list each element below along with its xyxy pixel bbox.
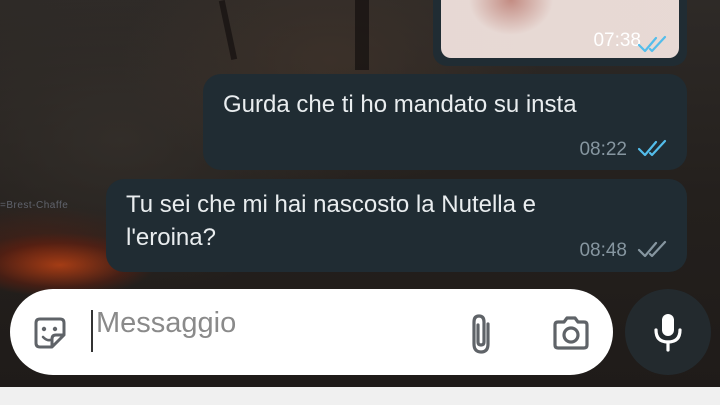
camera-icon[interactable] — [551, 315, 591, 351]
wallpaper-watermark: =Brest-Chaffe — [0, 200, 69, 211]
message-time: 07:38 — [593, 30, 641, 51]
double-check-icon — [637, 35, 667, 53]
double-check-icon — [637, 139, 667, 157]
message-bubble[interactable]: Gurda che ti ho mandato su insta 08:22 — [203, 74, 687, 170]
message-bubble[interactable]: Tu sei che mi hai nascosto la Nutella e … — [106, 179, 687, 272]
message-time: 08:22 — [579, 139, 627, 160]
voice-message-button[interactable] — [625, 289, 711, 375]
message-text: Gurda che ti ho mandato su insta — [223, 91, 577, 118]
message-line: Tu sei che mi hai nascosto la Nutella e — [126, 191, 536, 218]
wallpaper-detail — [218, 0, 238, 60]
message-input[interactable]: Messaggio — [96, 307, 236, 340]
message-text: Tu sei che mi hai nascosto la Nutella e … — [126, 188, 536, 254]
wallpaper-detail — [355, 0, 369, 70]
sticker-icon[interactable] — [30, 313, 70, 353]
system-navigation-bar — [0, 387, 720, 405]
paperclip-icon[interactable] — [466, 312, 496, 356]
image-message-bubble[interactable]: 07:38 — [433, 0, 687, 66]
double-check-icon — [637, 240, 667, 258]
text-cursor — [91, 310, 93, 352]
message-time: 08:48 — [579, 240, 627, 261]
message-line: l'eroina? — [126, 224, 216, 251]
mic-icon — [654, 314, 682, 352]
